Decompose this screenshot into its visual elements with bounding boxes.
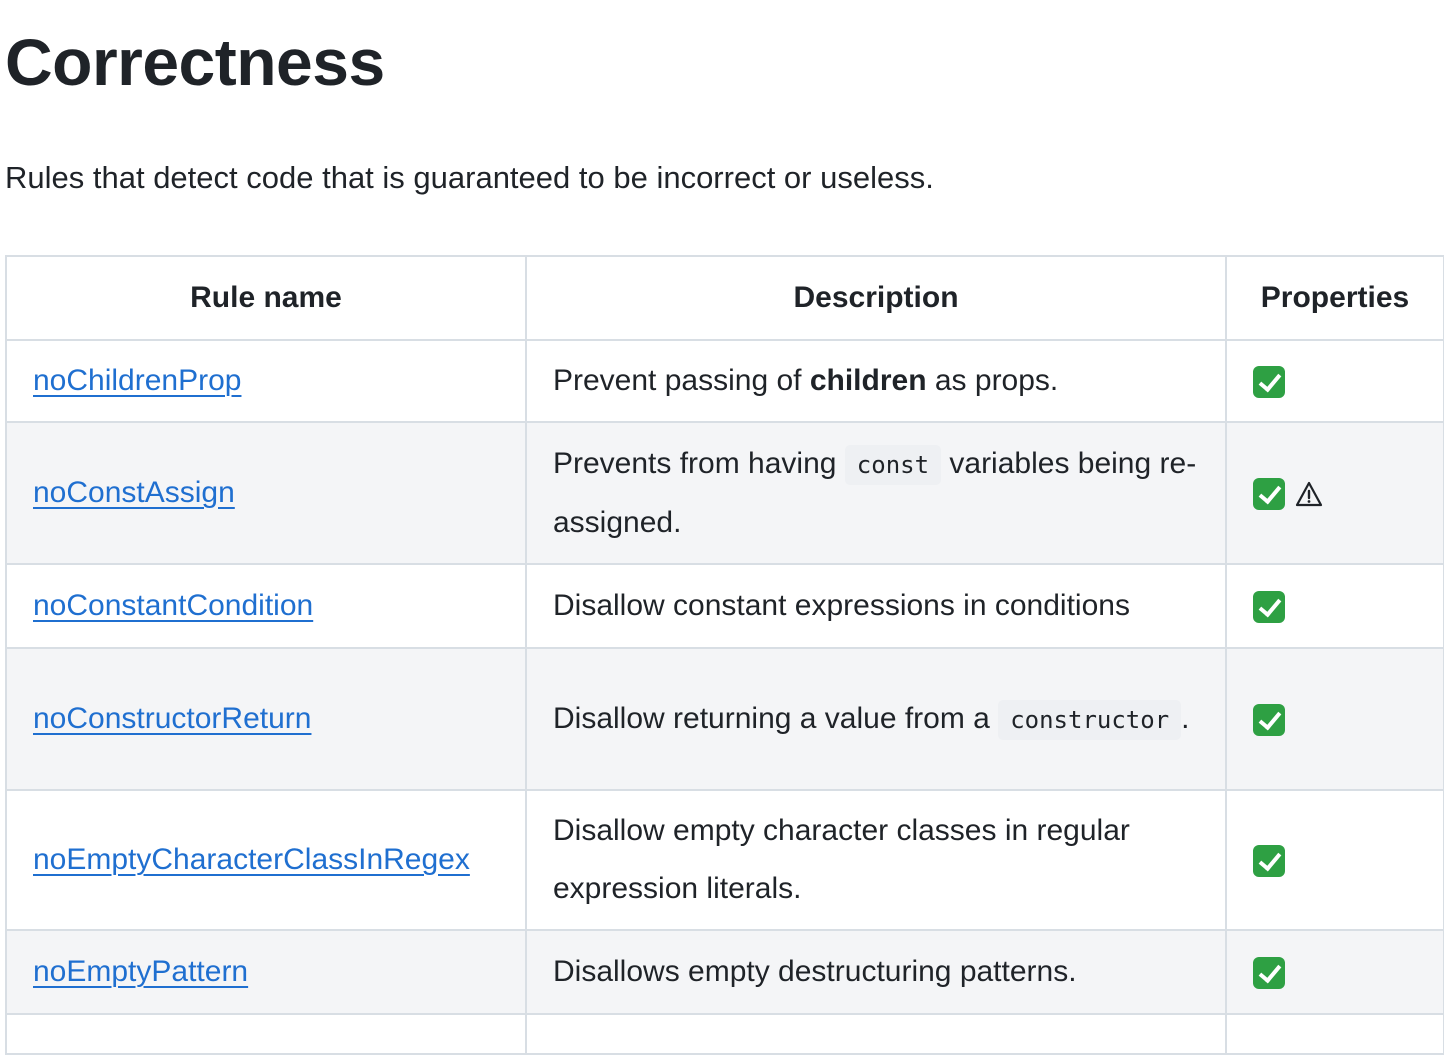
rule-name-cell: noEmptyCharacterClassInRegex [5, 789, 527, 931]
rule-name-cell: noEmptyPattern [5, 929, 527, 1015]
description-cell: Disallow empty character classes in regu… [525, 789, 1227, 931]
description-bold: children [809, 364, 927, 397]
properties-cell [1225, 929, 1444, 1015]
inline-code: const [844, 444, 942, 485]
rule-link[interactable]: noConstAssign [33, 476, 235, 509]
column-header-description: Description [525, 255, 1227, 341]
description-cell [525, 1013, 1227, 1055]
rule-name-cell: noConstAssign [5, 421, 527, 565]
rule-name-cell: noConstantCondition [5, 563, 527, 649]
table-row: noConstAssign Prevents from having const… [5, 421, 1444, 565]
properties-cell [1225, 421, 1444, 565]
rule-link[interactable]: noChildrenProp [33, 364, 241, 397]
warning-icon [1295, 481, 1323, 507]
description-cell: Prevents from having const variables bei… [525, 421, 1227, 565]
properties-cell [1225, 789, 1444, 931]
page-title: Correctness [5, 25, 385, 99]
properties-cell [1225, 1013, 1444, 1055]
description-cell: Prevent passing of children as props. [525, 339, 1227, 423]
rule-link[interactable]: noConstructorReturn [33, 702, 311, 735]
table-row: noEmptyPattern Disallows empty destructu… [5, 929, 1444, 1015]
table-header-row: Rule name Description Properties [5, 255, 1444, 341]
description-text: Prevent passing of [553, 364, 810, 397]
properties-cell [1225, 647, 1444, 791]
rule-link[interactable]: noConstantCondition [33, 589, 313, 622]
rule-link[interactable]: noEmptyPattern [33, 955, 248, 988]
inline-code: constructor [998, 699, 1182, 740]
properties-cell [1225, 563, 1444, 649]
table-row: noConstructorReturn Disallow returning a… [5, 647, 1444, 791]
description-cell: Disallow constant expressions in conditi… [525, 563, 1227, 649]
column-header-properties: Properties [1225, 255, 1444, 341]
intro-text: Rules that detect code that is guarantee… [5, 160, 934, 195]
table-row [5, 1013, 1444, 1055]
recommended-icon [1253, 591, 1285, 624]
properties-cell [1225, 339, 1444, 423]
table-row: noEmptyCharacterClassInRegex Disallow em… [5, 789, 1444, 931]
table-row: noConstantCondition Disallow constant ex… [5, 563, 1444, 649]
description-text: . [1181, 701, 1190, 735]
table-row: noChildrenProp Prevent passing of childr… [5, 339, 1444, 423]
description-text: Prevents from having [553, 446, 845, 480]
recommended-icon [1253, 704, 1285, 737]
rule-link[interactable]: noEmptyCharacterClassInRegex [33, 843, 470, 876]
rule-name-cell: noChildrenProp [5, 339, 527, 423]
description-text: as props. [926, 364, 1059, 397]
rule-name-cell: noConstructorReturn [5, 647, 527, 791]
recommended-icon [1253, 366, 1285, 399]
description-cell: Disallows empty destructuring patterns. [525, 929, 1227, 1015]
recommended-icon [1253, 478, 1285, 511]
rules-table: Rule name Description Properties noChild… [5, 255, 1444, 1055]
recommended-icon [1253, 957, 1285, 990]
rule-name-cell [5, 1013, 527, 1055]
description-cell: Disallow returning a value from a constr… [525, 647, 1227, 791]
recommended-icon [1253, 845, 1285, 878]
description-text: Disallow returning a value from a [553, 701, 999, 735]
column-header-rule-name: Rule name [5, 255, 527, 341]
